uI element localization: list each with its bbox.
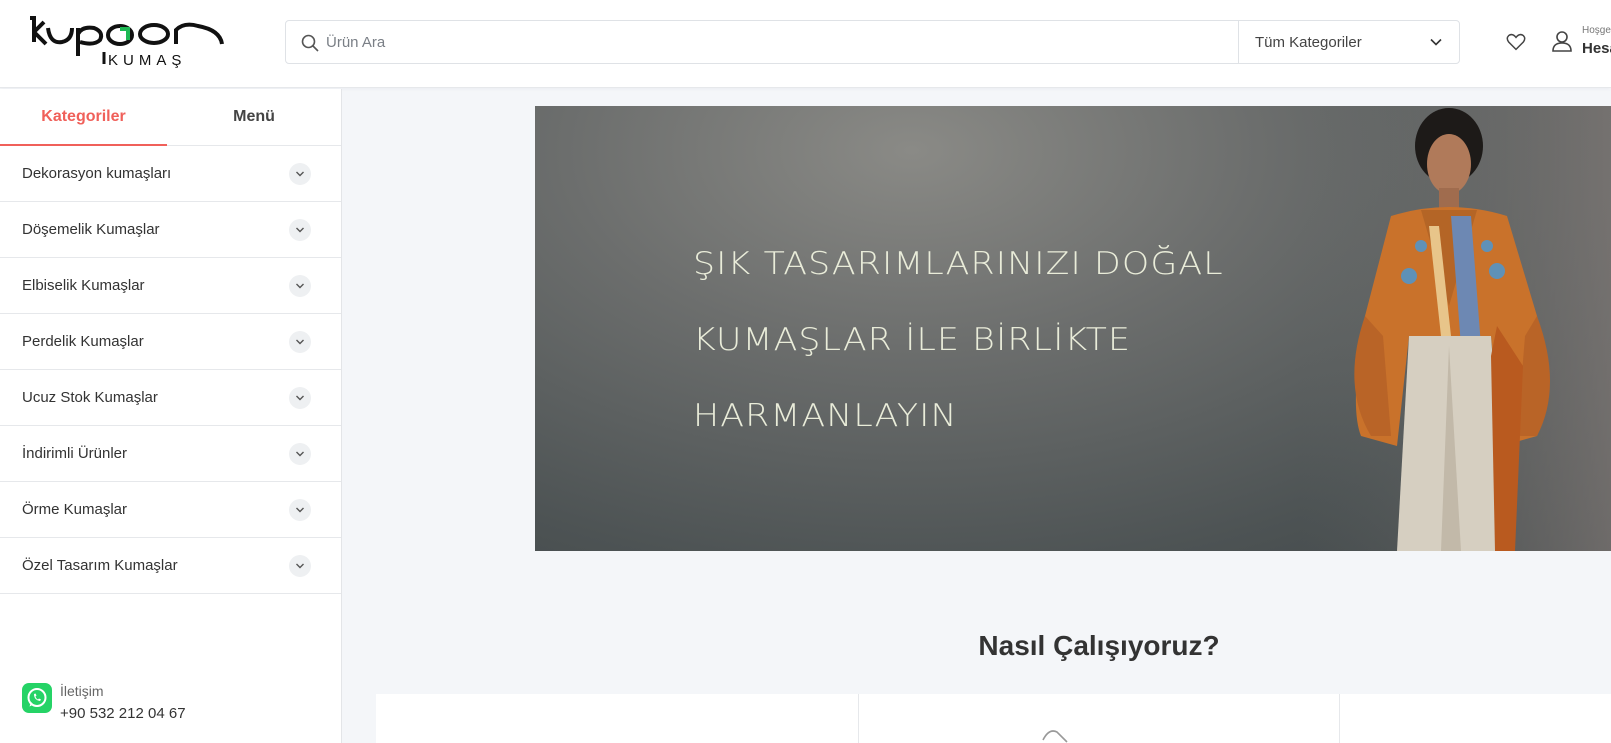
- category-item-perdelik[interactable]: Perdelik Kumaşlar: [0, 314, 341, 370]
- hero-text: ŞIK TASARIMLARINIZI DOĞAL KUMAŞLAR İLE B…: [693, 226, 1293, 454]
- category-select[interactable]: Tüm Kategoriler: [1238, 21, 1459, 63]
- site-logo[interactable]: KUMAŞ: [26, 12, 231, 70]
- category-list: Dekorasyon kumaşları Döşemelik Kumaşlar …: [0, 146, 341, 594]
- expand-chevron-icon[interactable]: [289, 555, 311, 577]
- sidebar-tabs: Kategoriler Menü: [0, 89, 341, 146]
- category-item-label: Dekorasyon kumaşları: [22, 165, 172, 182]
- user-account-icon[interactable]: [1551, 29, 1573, 53]
- category-item-ozel-tasarim[interactable]: Özel Tasarım Kumaşlar: [0, 538, 341, 594]
- logo-text-kumas: KUMAŞ: [108, 52, 186, 69]
- how-it-works-card: [859, 694, 1340, 743]
- category-item-label: Döşemelik Kumaşlar: [22, 221, 160, 238]
- category-item-label: Perdelik Kumaşlar: [22, 333, 144, 350]
- category-item-label: İndirimli Ürünler: [22, 445, 128, 462]
- hero-line-3: HARMANLAYIN: [693, 398, 958, 434]
- category-item-label: Örme Kumaşlar: [22, 501, 128, 518]
- contact-phone[interactable]: +90 532 212 04 67: [60, 705, 186, 722]
- how-it-works-card: [376, 694, 859, 743]
- search-bar: Tüm Kategoriler: [285, 20, 1460, 64]
- category-item-indirimli[interactable]: İndirimli Ürünler: [0, 426, 341, 482]
- step-icon: [1042, 730, 1068, 743]
- hero-banner[interactable]: ŞIK TASARIMLARINIZI DOĞAL KUMAŞLAR İLE B…: [535, 106, 1611, 551]
- category-item-orme[interactable]: Örme Kumaşlar: [0, 482, 341, 538]
- category-item-label: Özel Tasarım Kumaşlar: [22, 557, 178, 574]
- expand-chevron-icon[interactable]: [289, 163, 311, 185]
- category-item-elbiselik[interactable]: Elbiselik Kumaşlar: [0, 258, 341, 314]
- expand-chevron-icon[interactable]: [289, 331, 311, 353]
- greeting-small: Hoşgeldiniz: [1582, 25, 1611, 36]
- tab-menu[interactable]: Menü: [167, 89, 341, 146]
- how-it-works-card: [1340, 694, 1611, 743]
- hero-line-1: ŞIK TASARIMLARINIZI DOĞAL: [693, 246, 1224, 282]
- expand-chevron-icon[interactable]: [289, 275, 311, 297]
- how-it-works-title: Nasıl Çalışıyoruz?: [978, 630, 1220, 661]
- category-select-label: Tüm Kategoriler: [1255, 34, 1362, 51]
- whatsapp-icon[interactable]: [22, 683, 52, 713]
- category-item-label: Ucuz Stok Kumaşlar: [22, 389, 158, 406]
- expand-chevron-icon[interactable]: [289, 387, 311, 409]
- contact-label: İletişim: [60, 683, 104, 699]
- category-item-label: Elbiselik Kumaşlar: [22, 277, 145, 294]
- search-input[interactable]: [326, 21, 1216, 63]
- category-item-ucuz-stok[interactable]: Ucuz Stok Kumaşlar: [0, 370, 341, 426]
- expand-chevron-icon[interactable]: [289, 443, 311, 465]
- account-link[interactable]: Hesabım: [1582, 40, 1611, 57]
- sidebar: Kategoriler Menü Dekorasyon kumaşları Dö…: [0, 89, 342, 743]
- logo-graphic: KUMAŞ: [30, 16, 224, 69]
- chevron-down-icon: [1430, 38, 1442, 46]
- expand-chevron-icon[interactable]: [289, 499, 311, 521]
- hero-model-image: [1301, 106, 1611, 551]
- wishlist-heart-icon[interactable]: [1505, 31, 1527, 53]
- category-item-dosemelik[interactable]: Döşemelik Kumaşlar: [0, 202, 341, 258]
- category-item-dekorasyon[interactable]: Dekorasyon kumaşları: [0, 146, 341, 202]
- tab-kategoriler[interactable]: Kategoriler: [0, 89, 167, 146]
- expand-chevron-icon[interactable]: [289, 219, 311, 241]
- hero-line-2: KUMAŞLAR İLE BİRLİKTE: [693, 322, 1132, 358]
- search-icon[interactable]: [300, 33, 320, 53]
- site-header: KUMAŞ Tüm Kategoriler Hoşgeldiniz Hesabı…: [0, 0, 1611, 88]
